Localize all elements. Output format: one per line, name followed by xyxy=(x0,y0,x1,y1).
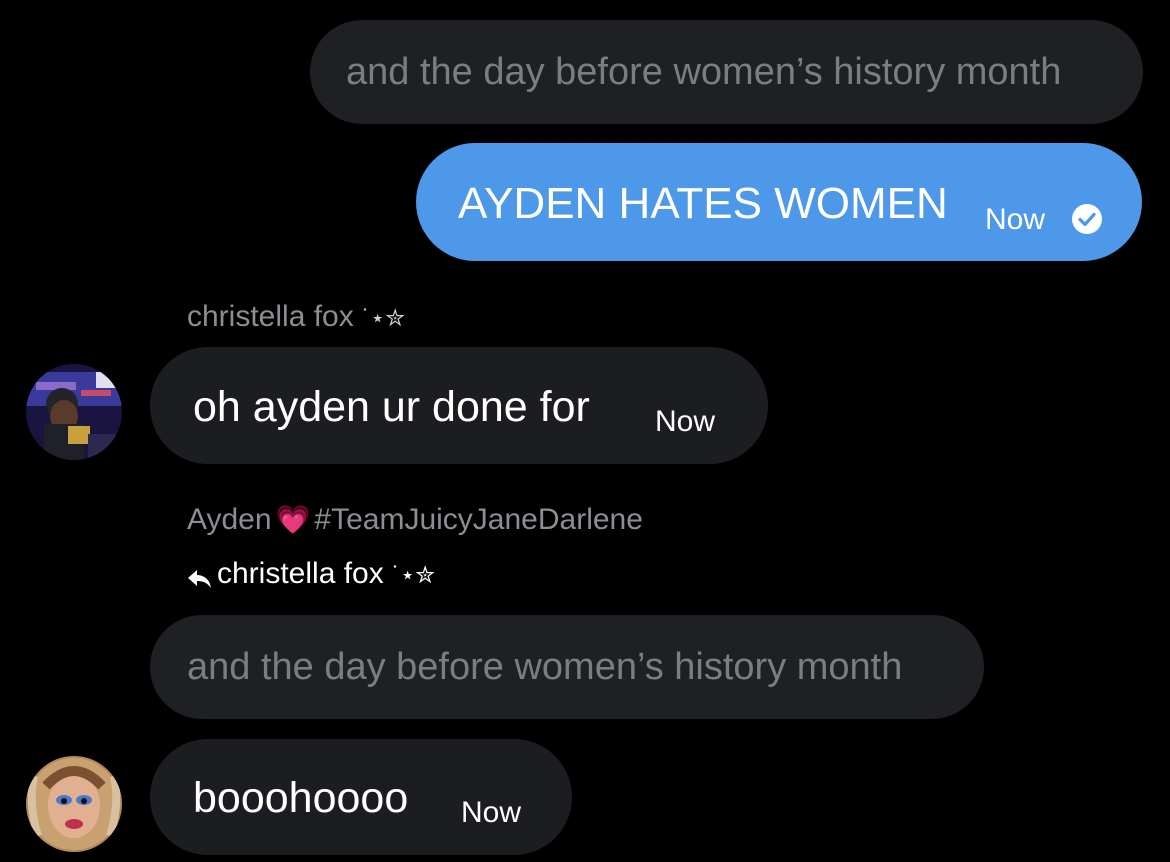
reply-arrow-icon xyxy=(187,564,213,589)
avatar-ayden[interactable] xyxy=(26,756,122,852)
message-text: AYDEN HATES WOMEN xyxy=(458,179,948,228)
pink-heart-emoji: 💗 xyxy=(275,504,311,535)
incoming-message[interactable]: booohoooo Now xyxy=(150,739,572,855)
avatar-christella[interactable] xyxy=(26,364,122,460)
sender-tag: #TeamJuicyJaneDarlene xyxy=(314,503,643,536)
quoted-message-top[interactable]: and the day before women’s history month xyxy=(310,20,1143,124)
sender-decoration: ˙⋆✮ xyxy=(362,305,406,332)
reply-to-name: christella fox xyxy=(217,557,384,590)
message-text: oh ayden ur done for xyxy=(193,383,590,431)
incoming-message[interactable]: oh ayden ur done for Now xyxy=(150,347,768,464)
outgoing-message[interactable]: AYDEN HATES WOMEN Now xyxy=(416,143,1142,261)
sender-name-christella[interactable]: christella fox ˙⋆✮ xyxy=(187,300,405,334)
message-time: Now xyxy=(461,796,522,829)
message-time: Now xyxy=(985,203,1046,236)
quoted-message-text: and the day before women’s history month xyxy=(187,646,903,688)
reply-to-decoration: ˙⋆✮ xyxy=(392,562,436,589)
read-check-icon xyxy=(1072,204,1102,234)
quoted-message-reply[interactable]: and the day before women’s history month xyxy=(150,615,984,719)
quoted-message-text: and the day before women’s history month xyxy=(346,51,1062,93)
message-time: Now xyxy=(655,405,716,438)
reply-to-line[interactable]: christella fox ˙⋆✮ xyxy=(187,557,435,591)
message-text: booohoooo xyxy=(193,774,409,822)
sender-name-text: christella fox xyxy=(187,300,354,333)
sender-name-text: Ayden xyxy=(187,503,272,536)
sender-name-ayden[interactable]: Ayden 💗 #TeamJuicyJaneDarlene xyxy=(187,503,643,537)
